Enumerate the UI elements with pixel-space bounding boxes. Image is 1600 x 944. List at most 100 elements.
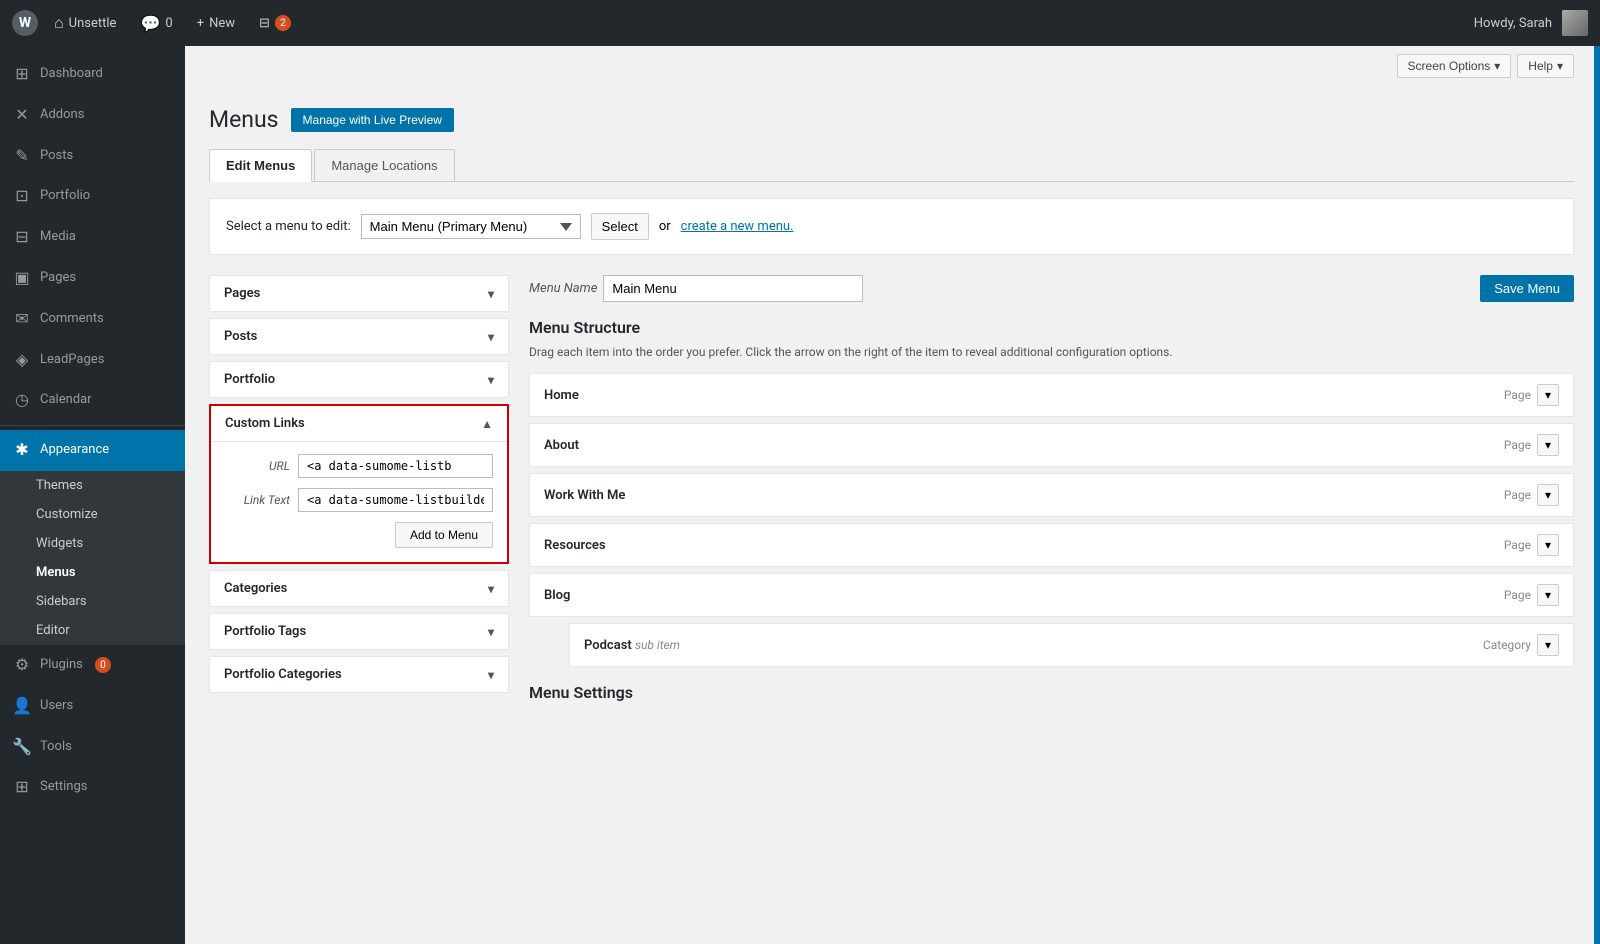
accordion-posts-header[interactable]: Posts ▾ <box>210 319 508 354</box>
submenu-themes[interactable]: Themes <box>0 471 185 500</box>
wp-logo[interactable]: W <box>12 10 38 36</box>
menu-item-resources[interactable]: Resources Page ▾ <box>529 523 1574 567</box>
select-menu-bar: Select a menu to edit: Main Menu (Primar… <box>209 198 1574 255</box>
menu-item-blog-name: Blog <box>544 588 570 603</box>
save-menu-button[interactable]: Save Menu <box>1480 275 1574 302</box>
menu-item-work-with-me[interactable]: Work With Me Page ▾ <box>529 473 1574 517</box>
sidebar-item-comments[interactable]: ✉ Comments <box>0 299 185 340</box>
tab-manage-locations[interactable]: Manage Locations <box>314 149 454 181</box>
select-menu-button[interactable]: Select <box>591 213 649 240</box>
menu-item-home[interactable]: Home Page ▾ <box>529 373 1574 417</box>
adminbar-comments[interactable]: 💬 0 <box>132 0 180 46</box>
live-preview-button[interactable]: Manage with Live Preview <box>291 108 454 132</box>
create-new-menu-link[interactable]: create a new menu. <box>681 219 794 234</box>
page-header: Menus Manage with Live Preview <box>209 98 1574 133</box>
accordion-categories-arrow: ▾ <box>488 582 494 596</box>
tools-icon: 🔧 <box>12 737 32 758</box>
users-icon: 👤 <box>12 696 32 717</box>
menu-item-wwm-right: Page ▾ <box>1504 484 1559 506</box>
submenu-editor[interactable]: Editor <box>0 616 185 645</box>
tab-navigation: Edit Menus Manage Locations <box>209 149 1574 182</box>
media-icon: ⊟ <box>12 227 32 248</box>
leadpages-icon: ◈ <box>12 350 32 371</box>
accordion-categories-header[interactable]: Categories ▾ <box>210 571 508 606</box>
menu-item-wwm-toggle[interactable]: ▾ <box>1537 484 1559 506</box>
admin-bar: W ⌂ Unsettle 💬 0 + New ⊟ 2 Howdy, Sarah <box>0 0 1600 46</box>
sidebar-item-users[interactable]: 👤 Users <box>0 686 185 727</box>
link-text-input[interactable] <box>298 488 493 512</box>
sidebar-item-calendar[interactable]: ◷ Calendar <box>0 380 185 421</box>
sidebar-item-tools[interactable]: 🔧 Tools <box>0 727 185 768</box>
left-panel: Pages ▾ Posts ▾ Portfoli <box>209 275 509 699</box>
menu-select-dropdown[interactable]: Main Menu (Primary Menu) <box>361 214 581 239</box>
sidebar-item-appearance[interactable]: ✱ Appearance <box>0 430 185 471</box>
sidebar-item-portfolio[interactable]: ⊡ Portfolio <box>0 176 185 217</box>
menu-structure-title: Menu Structure <box>529 318 1574 337</box>
menu-item-podcast-toggle[interactable]: ▾ <box>1537 634 1559 656</box>
menu-name-input[interactable] <box>603 275 863 302</box>
sidebar-item-media[interactable]: ⊟ Media <box>0 217 185 258</box>
menu-item-podcast-type: Category <box>1483 638 1531 652</box>
menu-name-row: Menu Name Save Menu <box>529 275 1574 302</box>
menu-item-blog[interactable]: Blog Page ▾ <box>529 573 1574 617</box>
accordion-posts: Posts ▾ <box>209 318 509 355</box>
submenu-widgets[interactable]: Widgets <box>0 529 185 558</box>
menu-item-resources-name: Resources <box>544 538 606 553</box>
plugins-menu-icon: ⚙ <box>12 655 32 676</box>
accordion-pages-header[interactable]: Pages ▾ <box>210 276 508 311</box>
adminbar-new[interactable]: + New <box>189 0 243 46</box>
plus-icon: + <box>197 16 204 31</box>
sidebar-item-plugins[interactable]: ⚙ Plugins 0 <box>0 645 185 686</box>
submenu-customize[interactable]: Customize <box>0 500 185 529</box>
menu-item-blog-type: Page <box>1504 588 1531 602</box>
menus-content: Pages ▾ Posts ▾ Portfoli <box>209 275 1574 702</box>
pages-icon: ▣ <box>12 268 32 289</box>
menu-item-podcast[interactable]: Podcast sub item Category ▾ <box>569 623 1574 667</box>
menu-item-resources-toggle[interactable]: ▾ <box>1537 534 1559 556</box>
sidebar-item-pages[interactable]: ▣ Pages <box>0 258 185 299</box>
menu-item-home-type: Page <box>1504 388 1531 402</box>
menu-item-blog-toggle[interactable]: ▾ <box>1537 584 1559 606</box>
appearance-icon: ✱ <box>12 440 32 461</box>
sidebar-item-addons[interactable]: ✕ Addons <box>0 95 185 136</box>
appearance-submenu: Themes Customize Widgets Menus Sidebars … <box>0 471 185 645</box>
comments-icon: 💬 <box>140 14 160 33</box>
adminbar-site-name[interactable]: ⌂ Unsettle <box>46 0 124 46</box>
accordion-custom-links: Custom Links ▲ URL Link Text <box>209 404 509 564</box>
plugins-icon: ⊟ <box>259 16 270 31</box>
posts-icon: ✎ <box>12 146 32 167</box>
url-field-row: URL <box>225 454 493 478</box>
accordion-portfolio-arrow: ▾ <box>488 373 494 387</box>
tab-edit-menus[interactable]: Edit Menus <box>209 149 312 182</box>
or-text: or <box>659 219 671 234</box>
accordion-portfolio-categories-header[interactable]: Portfolio Categories ▾ <box>210 657 508 692</box>
sidebar-item-leadpages[interactable]: ◈ LeadPages <box>0 340 185 381</box>
right-stripe <box>1594 46 1600 944</box>
screen-options-button[interactable]: Screen Options ▾ <box>1397 54 1512 78</box>
main-content: Screen Options ▾ Help ▾ Menus Manage wit… <box>185 46 1594 944</box>
submenu-menus[interactable]: Menus <box>0 558 185 587</box>
adminbar-plugins[interactable]: ⊟ 2 <box>251 0 299 46</box>
accordion-portfolio-tags-arrow: ▾ <box>488 625 494 639</box>
accordion-portfolio: Portfolio ▾ <box>209 361 509 398</box>
addons-icon: ✕ <box>12 105 32 126</box>
accordion-custom-links-header[interactable]: Custom Links ▲ <box>211 406 507 441</box>
menu-item-about-toggle[interactable]: ▾ <box>1537 434 1559 456</box>
chevron-down-icon-help: ▾ <box>1557 59 1563 73</box>
menu-item-wwm-type: Page <box>1504 488 1531 502</box>
accordion-portfolio-header[interactable]: Portfolio ▾ <box>210 362 508 397</box>
submenu-sidebars[interactable]: Sidebars <box>0 587 185 616</box>
menu-item-home-toggle[interactable]: ▾ <box>1537 384 1559 406</box>
help-button[interactable]: Help ▾ <box>1517 54 1574 78</box>
sidebar-item-dashboard[interactable]: ⊞ Dashboard <box>0 54 185 95</box>
sidebar-item-settings[interactable]: ⊞ Settings <box>0 767 185 808</box>
accordion-pages-arrow: ▾ <box>488 287 494 301</box>
right-panel: Menu Name Save Menu Menu Structure Drag … <box>529 275 1574 702</box>
sidebar-item-posts[interactable]: ✎ Posts <box>0 136 185 177</box>
link-text-label: Link Text <box>225 493 290 507</box>
add-to-menu-button[interactable]: Add to Menu <box>395 522 493 548</box>
url-input[interactable] <box>298 454 493 478</box>
accordion-portfolio-tags-header[interactable]: Portfolio Tags ▾ <box>210 614 508 649</box>
menu-item-about[interactable]: About Page ▾ <box>529 423 1574 467</box>
accordion-posts-arrow: ▾ <box>488 330 494 344</box>
